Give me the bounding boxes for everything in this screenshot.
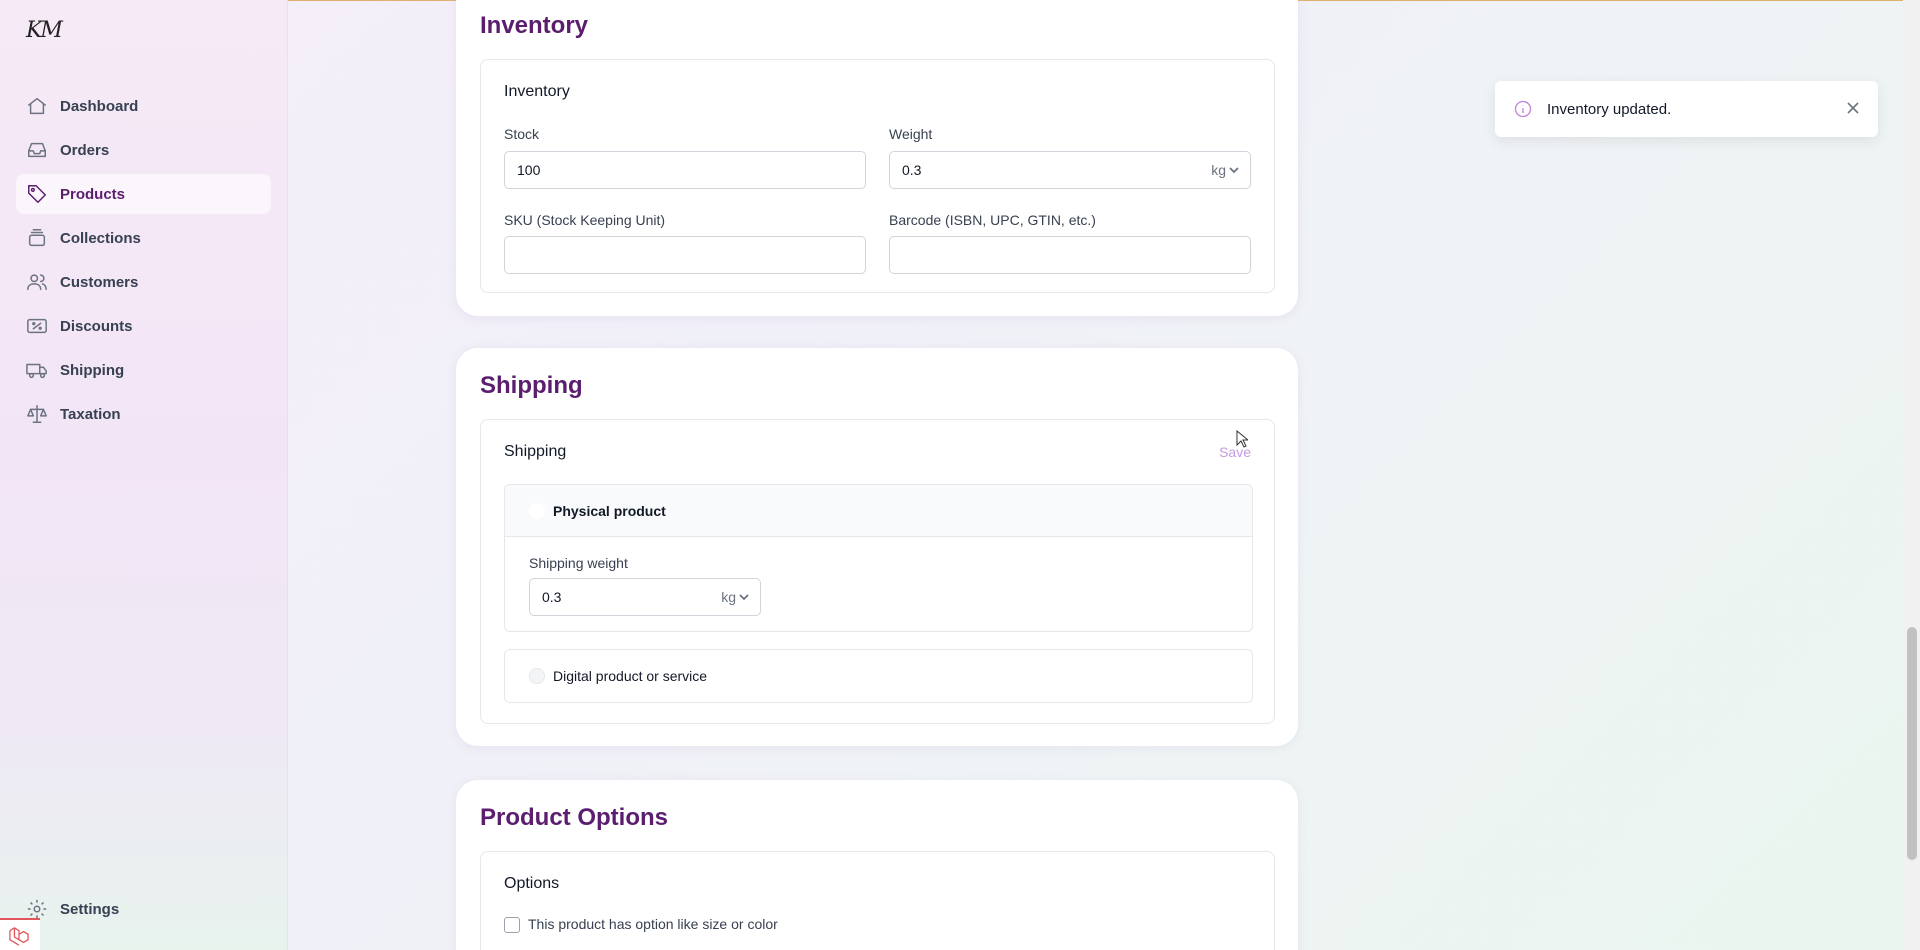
- toast-notification: Inventory updated.: [1495, 81, 1878, 137]
- product-options-section: Product Options Options This product has…: [456, 780, 1298, 950]
- sidebar-item-orders[interactable]: Orders: [16, 130, 271, 170]
- product-options-section-title: Product Options: [480, 804, 668, 831]
- users-icon: [27, 274, 47, 291]
- sku-input[interactable]: [504, 236, 866, 274]
- barcode-label: Barcode (ISBN, UPC, GTIN, etc.): [889, 212, 1096, 228]
- shipping-weight-input[interactable]: 0.3 kg: [529, 578, 761, 616]
- sidebar: KM Dashboard Orders Products Collections…: [0, 0, 288, 950]
- weight-input[interactable]: 0.3 kg: [889, 151, 1251, 189]
- inventory-card: Inventory Stock 100 Weight 0.3 kg SKU (S…: [480, 59, 1275, 293]
- weight-unit-value: kg: [1211, 162, 1226, 178]
- toast-message: Inventory updated.: [1547, 100, 1672, 118]
- weight-label: Weight: [889, 126, 933, 142]
- close-icon[interactable]: [1846, 101, 1860, 115]
- shipping-section-title: Shipping: [480, 372, 583, 399]
- shipping-section: Shipping Shipping Save Physical product …: [456, 348, 1298, 746]
- tag-icon: [28, 185, 46, 203]
- chevron-down-icon: [1229, 167, 1239, 174]
- shipping-weight-value: 0.3: [542, 589, 562, 605]
- info-icon: [1514, 100, 1532, 118]
- physical-product-radio[interactable]: [529, 503, 545, 519]
- sidebar-item-label: Taxation: [60, 405, 121, 423]
- stock-label: Stock: [504, 126, 540, 142]
- inventory-card-title: Inventory: [504, 83, 570, 100]
- digital-product-option[interactable]: Digital product or service: [504, 649, 1253, 703]
- physical-product-header[interactable]: Physical product: [505, 485, 1252, 537]
- shipping-weight-unit-value: kg: [721, 589, 736, 605]
- sidebar-item-label: Dashboard: [60, 97, 139, 115]
- shipping-card: Shipping Save Physical product Shipping …: [480, 419, 1275, 724]
- sidebar-item-taxation[interactable]: Taxation: [16, 394, 271, 434]
- digital-product-label: Digital product or service: [553, 668, 708, 684]
- mouse-cursor-icon: [1236, 430, 1248, 448]
- inventory-section-title: Inventory: [480, 12, 589, 39]
- physical-product-option[interactable]: Physical product Shipping weight 0.3 kg: [504, 484, 1253, 632]
- sidebar-item-label: Orders: [60, 141, 110, 159]
- sidebar-item-dashboard[interactable]: Dashboard: [16, 86, 271, 126]
- inbox-icon: [28, 142, 46, 158]
- sidebar-item-customers[interactable]: Customers: [16, 262, 271, 302]
- laravel-logo-badge[interactable]: [0, 918, 40, 950]
- laravel-icon: [9, 927, 29, 946]
- sidebar-item-label: Shipping: [60, 361, 125, 379]
- truck-icon: [26, 363, 47, 379]
- sidebar-item-discounts[interactable]: Discounts: [16, 306, 271, 346]
- scale-icon: [27, 405, 47, 423]
- weight-value: 0.3: [902, 162, 922, 178]
- shipping-card-title: Shipping: [504, 443, 567, 460]
- gear-icon: [27, 899, 47, 919]
- sidebar-item-products[interactable]: Products: [16, 174, 271, 214]
- options-card: Options This product has option like siz…: [480, 851, 1275, 950]
- weight-unit-select[interactable]: kg: [1211, 162, 1240, 178]
- sidebar-item-label: Settings: [60, 900, 120, 918]
- barcode-input[interactable]: [889, 236, 1251, 274]
- app-logo[interactable]: KM: [26, 18, 63, 43]
- stock-value: 100: [517, 162, 541, 178]
- physical-product-label: Physical product: [553, 502, 666, 519]
- sidebar-item-label: Customers: [60, 273, 139, 291]
- sidebar-item-label: Collections: [60, 229, 141, 247]
- ticket-icon: [27, 318, 47, 334]
- sidebar-item-label: Products: [60, 185, 126, 203]
- options-card-title: Options: [504, 875, 560, 892]
- sidebar-nav: Dashboard Orders Products Collections Cu…: [16, 86, 271, 438]
- scrollbar-thumb[interactable]: [1907, 627, 1917, 860]
- sidebar-item-collections[interactable]: Collections: [16, 218, 271, 258]
- shipping-weight-unit-select[interactable]: kg: [721, 589, 750, 605]
- digital-product-radio[interactable]: [529, 668, 545, 684]
- sidebar-item-label: Discounts: [60, 317, 133, 335]
- inventory-section: Inventory Inventory Stock 100 Weight 0.3…: [456, 0, 1298, 316]
- stack-icon: [28, 229, 46, 247]
- sidebar-item-shipping[interactable]: Shipping: [16, 350, 271, 390]
- stock-input[interactable]: 100: [504, 151, 866, 189]
- home-icon: [28, 97, 46, 115]
- sidebar-item-settings[interactable]: Settings: [26, 898, 119, 920]
- shipping-weight-label: Shipping weight: [529, 555, 628, 571]
- chevron-down-icon: [739, 594, 749, 601]
- sku-label: SKU (Stock Keeping Unit): [504, 212, 666, 228]
- has-options-checkbox[interactable]: [504, 917, 520, 933]
- has-options-label: This product has option like size or col…: [528, 916, 778, 932]
